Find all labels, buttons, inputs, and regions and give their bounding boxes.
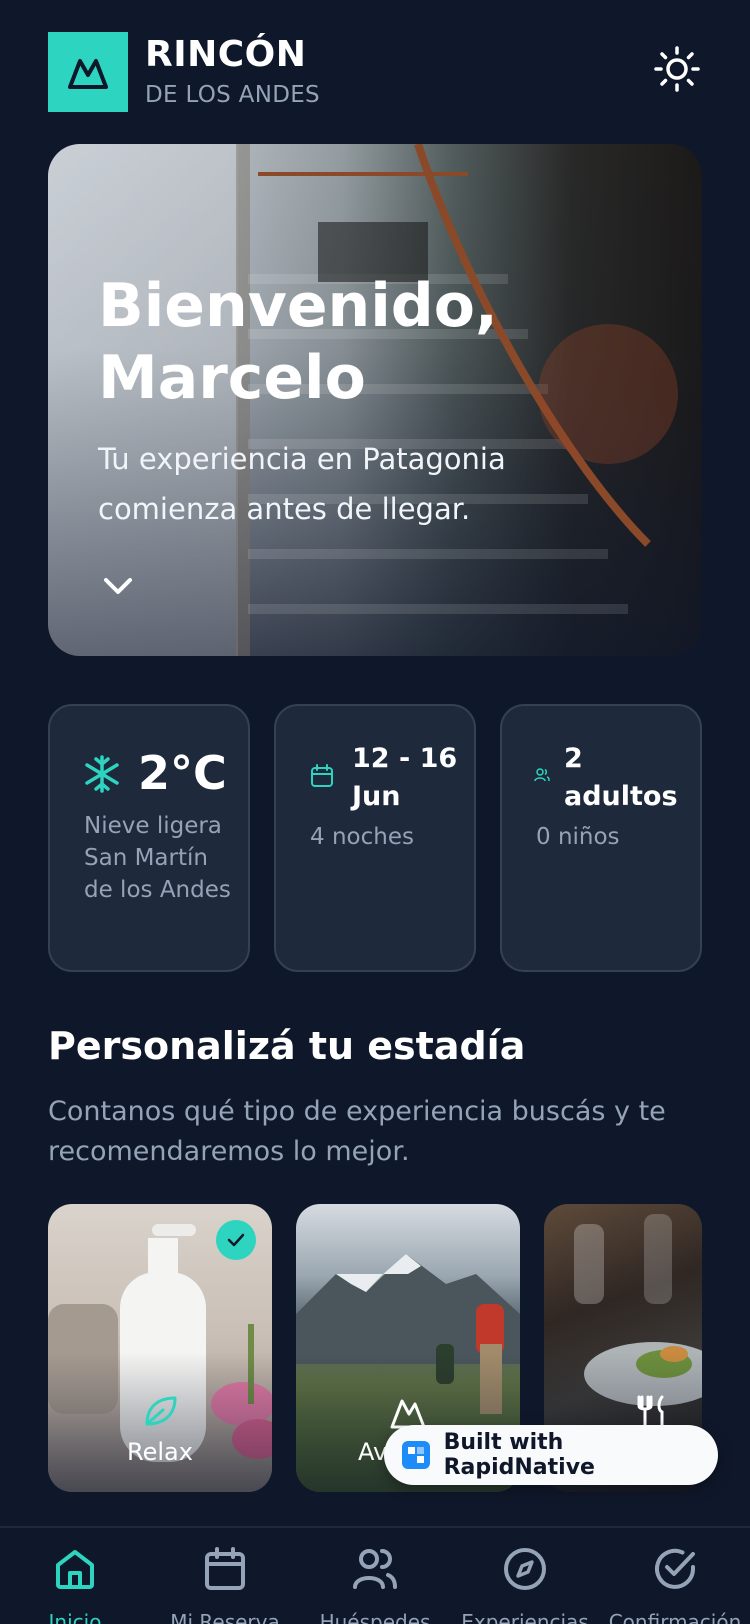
sun-icon: [654, 46, 700, 92]
theme-toggle-button[interactable]: [652, 44, 702, 94]
date-range: 12 - 16 Jun: [352, 743, 458, 812]
calendar-icon: [311, 764, 333, 787]
check-icon: [227, 1233, 245, 1247]
nav-label: Mi Reserva: [170, 1610, 280, 1624]
nav-label: Inicio: [48, 1610, 102, 1624]
adults-count: 2 adultos: [564, 743, 678, 812]
users-icon: [353, 1549, 397, 1589]
nav-label: Confirmación: [608, 1610, 742, 1624]
rapidnative-icon: [407, 1447, 424, 1463]
hero-banner: Bienvenido, Marcelo Tu experiencia en Pa…: [48, 144, 702, 656]
children-count: 0 niños: [536, 824, 620, 850]
nights-count: 4 noches: [310, 824, 414, 850]
check-circle-icon: [655, 1548, 695, 1589]
welcome-subtitle: Tu experiencia en Patagonia comienza ant…: [98, 442, 506, 526]
chevron-down-icon: [104, 578, 132, 594]
brand-title: RINCÓN: [145, 34, 307, 75]
experience-card-relax[interactable]: Relax: [48, 1204, 272, 1492]
bottom-navigation: Inicio Mi Reserva Huéspedes Experiencias…: [0, 1526, 750, 1624]
brand-subtitle: DE LOS ANDES: [145, 82, 320, 108]
experience-label: Relax: [127, 1438, 193, 1466]
weather-description: Nieve ligera San Martín de los Andes: [84, 813, 231, 903]
nav-item-confirmacion[interactable]: Confirmación: [600, 1544, 750, 1624]
users-icon: [534, 768, 550, 782]
nav-item-mi-reserva[interactable]: Mi Reserva: [150, 1544, 300, 1624]
personalize-title: Personalizá tu estadía: [48, 1024, 526, 1068]
calendar-icon: [205, 1547, 245, 1590]
rapidnative-logo: [402, 1441, 430, 1469]
weather-card: 2°C Nieve ligera San Martín de los Andes: [48, 704, 250, 972]
welcome-title: Bienvenido, Marcelo: [98, 271, 498, 413]
mountain-icon: [68, 59, 108, 89]
scroll-down-button[interactable]: [100, 568, 136, 604]
leaf-icon: [145, 1396, 177, 1426]
temperature: 2°C: [138, 746, 227, 800]
nav-item-experiencias[interactable]: Experiencias: [450, 1544, 600, 1624]
nav-item-huespedes[interactable]: Huéspedes: [300, 1544, 450, 1624]
guests-card[interactable]: 2 adultos 0 niños: [500, 704, 702, 972]
snowflake-icon: [85, 755, 119, 793]
dates-card[interactable]: 12 - 16 Jun 4 noches: [274, 704, 476, 972]
brand-logo[interactable]: [48, 32, 128, 112]
home-icon: [56, 1550, 94, 1589]
built-with-badge[interactable]: Built with RapidNative: [384, 1425, 718, 1485]
personalize-description: Contanos qué tipo de experiencia buscás …: [48, 1096, 666, 1167]
nav-label: Experiencias: [461, 1610, 589, 1624]
nav-label: Huéspedes: [319, 1610, 431, 1624]
selected-check-badge: [216, 1220, 256, 1260]
built-with-label: Built with RapidNative: [443, 1430, 595, 1480]
nav-item-inicio[interactable]: Inicio: [0, 1544, 150, 1624]
app-header: RINCÓN DE LOS ANDES: [48, 32, 702, 112]
compass-icon: [504, 1548, 546, 1590]
